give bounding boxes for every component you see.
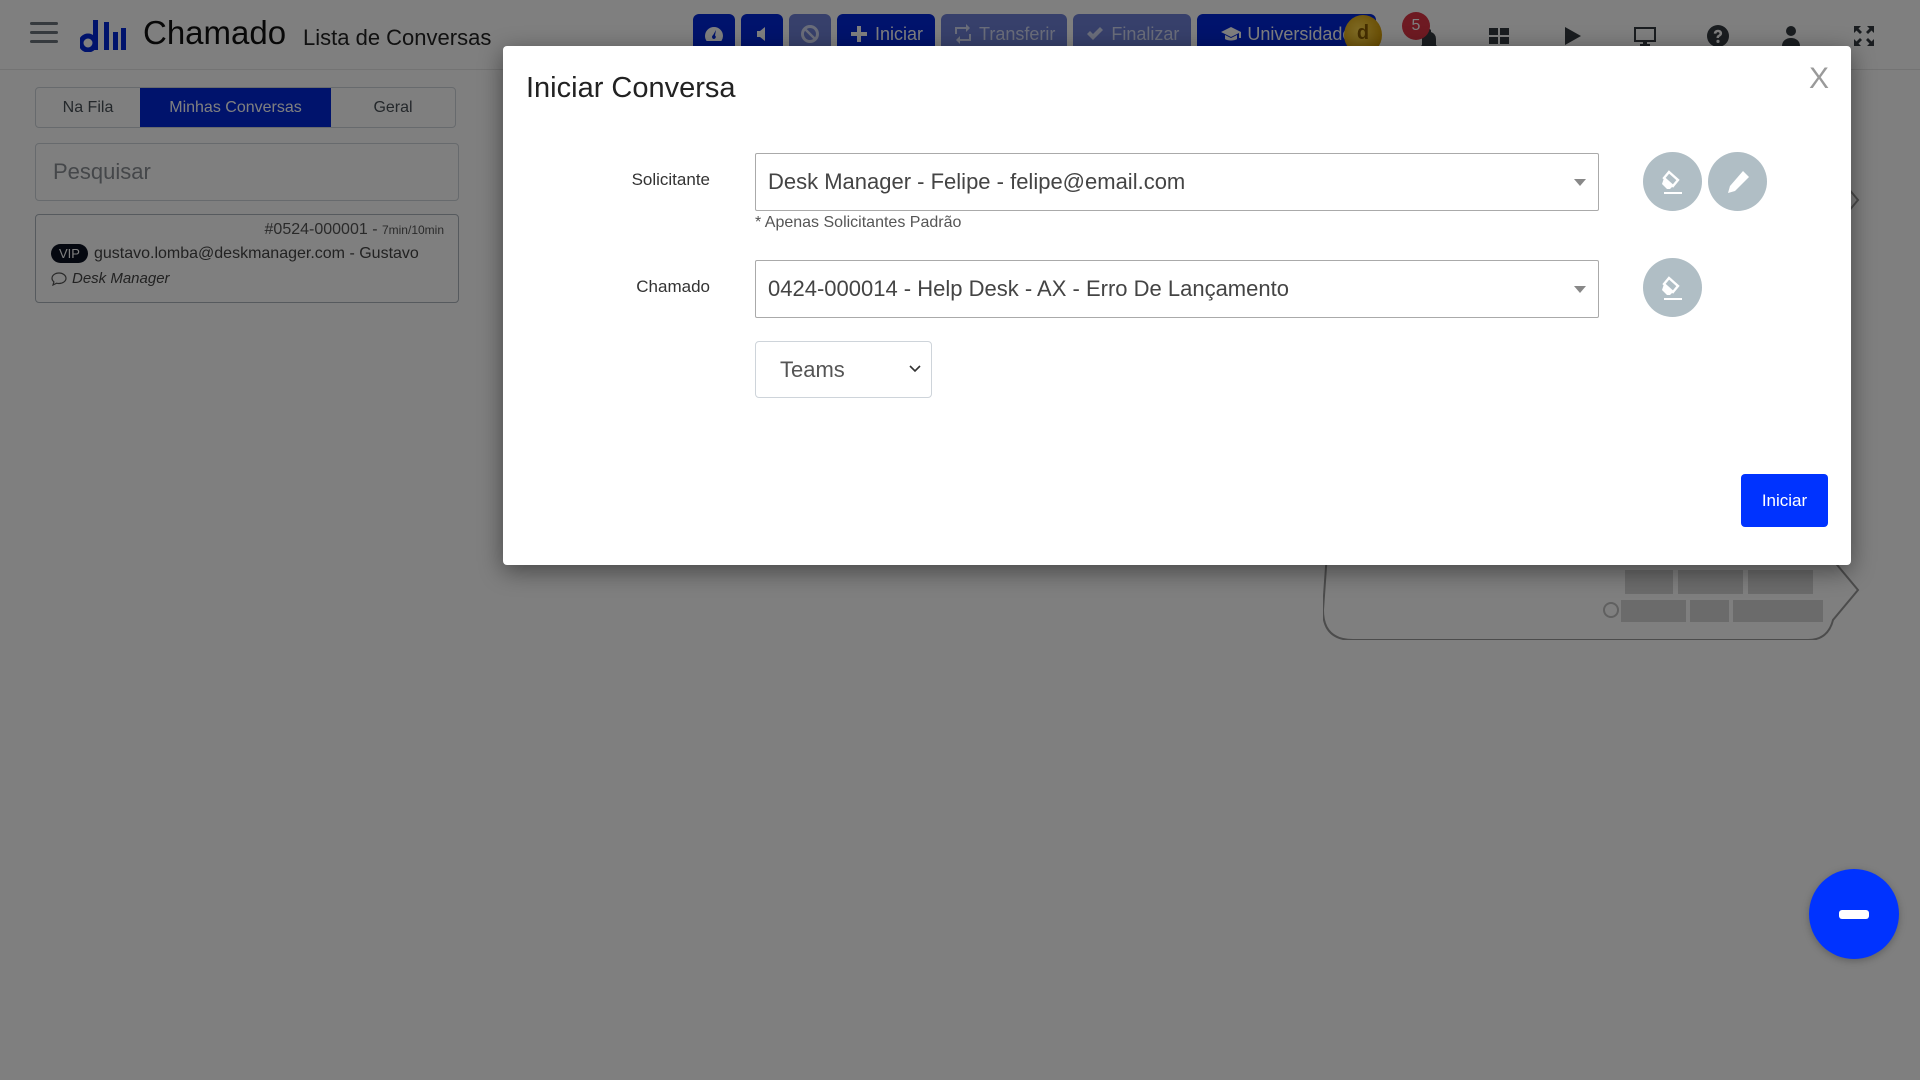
channel-value: Teams bbox=[780, 356, 845, 382]
chamado-select[interactable]: 0424-000014 - Help Desk - AX - Erro De L… bbox=[755, 260, 1599, 318]
chamado-label: Chamado bbox=[636, 277, 710, 296]
minus-icon bbox=[1839, 909, 1869, 919]
iniciar-conversa-modal: Iniciar Conversa X Solicitante Desk Mana… bbox=[503, 46, 1851, 565]
solicitante-select[interactable]: Desk Manager - Felipe - felipe@email.com bbox=[755, 153, 1599, 211]
clear-chamado-button[interactable] bbox=[1643, 258, 1702, 317]
clear-solicitante-button[interactable] bbox=[1643, 152, 1702, 211]
minimize-chat-button[interactable] bbox=[1809, 869, 1899, 959]
pencil-icon bbox=[1727, 170, 1749, 193]
eraser-icon bbox=[1661, 169, 1682, 194]
modal-title: Iniciar Conversa bbox=[526, 72, 736, 104]
edit-solicitante-button[interactable] bbox=[1708, 152, 1767, 211]
chevron-down-icon bbox=[909, 365, 921, 373]
solicitante-helper-text: * Apenas Solicitantes Padrão bbox=[755, 214, 962, 231]
dropdown-caret-icon bbox=[1574, 179, 1586, 186]
iniciar-submit-button[interactable]: Iniciar bbox=[1741, 474, 1828, 527]
solicitante-label: Solicitante bbox=[631, 170, 710, 189]
channel-select[interactable]: Teams bbox=[755, 341, 932, 398]
solicitante-value: Desk Manager - Felipe - felipe@email.com bbox=[768, 169, 1186, 194]
close-button[interactable]: X bbox=[1809, 62, 1829, 96]
chamado-value: 0424-000014 - Help Desk - AX - Erro De L… bbox=[768, 276, 1289, 301]
dropdown-caret-icon bbox=[1574, 286, 1586, 293]
eraser-icon bbox=[1661, 275, 1682, 300]
